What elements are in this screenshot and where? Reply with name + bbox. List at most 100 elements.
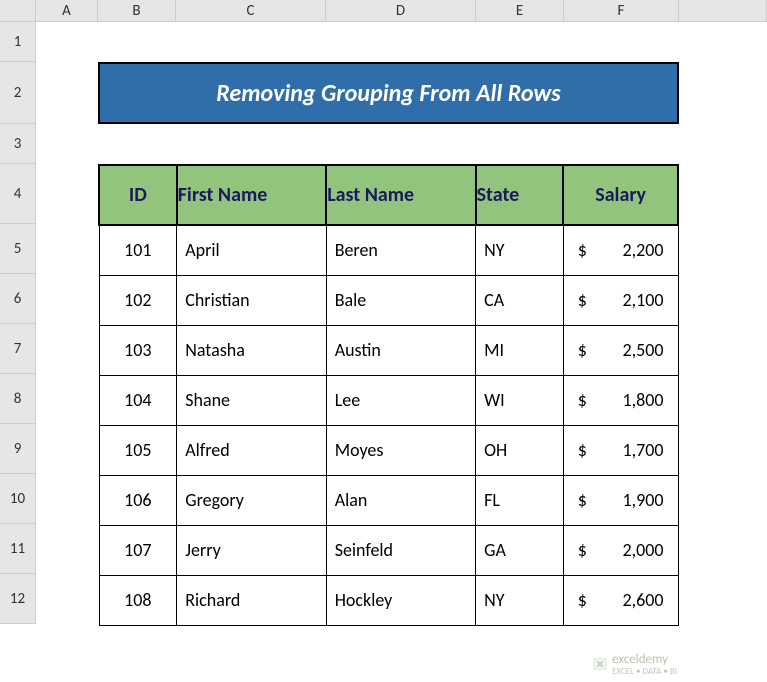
row-header-11[interactable]: 11 <box>0 524 36 574</box>
cell-last-name[interactable]: Seinfeld <box>326 525 475 575</box>
table-row[interactable]: 104ShaneLeeWI$1,800 <box>99 375 678 425</box>
table-row[interactable]: 108RichardHockleyNY$2,600 <box>99 575 678 625</box>
header-salary[interactable]: Salary <box>563 165 678 225</box>
col-header-f[interactable]: F <box>564 0 679 22</box>
currency-symbol: $ <box>578 489 587 511</box>
cell-id[interactable]: 108 <box>99 575 177 625</box>
watermark-sub: EXCEL • DATA • BI <box>612 667 677 676</box>
table-row[interactable]: 106GregoryAlanFL$1,900 <box>99 475 678 525</box>
currency-symbol: $ <box>578 339 587 361</box>
salary-amount: 2,200 <box>623 239 664 261</box>
row-header-10[interactable]: 10 <box>0 474 36 524</box>
cell-salary[interactable]: $1,900 <box>563 475 678 525</box>
salary-amount: 2,100 <box>623 289 664 311</box>
cell-salary[interactable]: $2,200 <box>563 225 678 275</box>
cell-first-name[interactable]: Gregory <box>177 475 326 525</box>
cell-salary[interactable]: $2,500 <box>563 325 678 375</box>
cell-last-name[interactable]: Austin <box>326 325 475 375</box>
row-header-1[interactable]: 1 <box>0 22 36 62</box>
col-header-extra[interactable] <box>679 0 767 22</box>
cell-state[interactable]: GA <box>476 525 564 575</box>
cell-state[interactable]: NY <box>476 575 564 625</box>
currency-symbol: $ <box>578 539 587 561</box>
page-title: Removing Grouping From All Rows <box>98 62 679 124</box>
column-headers-row: A B C D E F <box>0 0 767 22</box>
col-header-d[interactable]: D <box>326 0 476 22</box>
cell-salary[interactable]: $2,000 <box>563 525 678 575</box>
cell-last-name[interactable]: Moyes <box>326 425 475 475</box>
row-header-6[interactable]: 6 <box>0 274 36 324</box>
cell-id[interactable]: 105 <box>99 425 177 475</box>
cell-id[interactable]: 101 <box>99 225 177 275</box>
salary-amount: 1,700 <box>623 439 664 461</box>
cell-last-name[interactable]: Beren <box>326 225 475 275</box>
cell-last-name[interactable]: Lee <box>326 375 475 425</box>
content-area: Removing Grouping From All Rows ID First… <box>98 22 679 626</box>
cell-id[interactable]: 106 <box>99 475 177 525</box>
row-header-3[interactable]: 3 <box>0 124 36 164</box>
cell-first-name[interactable]: Jerry <box>177 525 326 575</box>
col-header-b[interactable]: B <box>98 0 176 22</box>
row-header-4[interactable]: 4 <box>0 164 36 224</box>
row-header-8[interactable]: 8 <box>0 374 36 424</box>
col-header-e[interactable]: E <box>476 0 564 22</box>
cell-salary[interactable]: $2,600 <box>563 575 678 625</box>
cell-last-name[interactable]: Bale <box>326 275 475 325</box>
currency-symbol: $ <box>578 439 587 461</box>
watermark: exceldemy EXCEL • DATA • BI <box>592 652 677 676</box>
currency-symbol: $ <box>578 389 587 411</box>
cell-first-name[interactable]: Christian <box>177 275 326 325</box>
cell-state[interactable]: OH <box>476 425 564 475</box>
cell-state[interactable]: CA <box>476 275 564 325</box>
row-header-5[interactable]: 5 <box>0 224 36 274</box>
currency-symbol: $ <box>578 239 587 261</box>
cell-id[interactable]: 107 <box>99 525 177 575</box>
watermark-text: exceldemy <box>612 652 668 667</box>
header-state[interactable]: State <box>476 165 564 225</box>
table-row[interactable]: 101AprilBerenNY$2,200 <box>99 225 678 275</box>
cell-id[interactable]: 104 <box>99 375 177 425</box>
excel-icon <box>592 656 608 672</box>
cell-state[interactable]: MI <box>476 325 564 375</box>
spreadsheet: A B C D E F 1 2 3 4 5 6 7 8 9 10 11 12 R… <box>0 0 767 624</box>
select-all-corner[interactable] <box>0 0 36 22</box>
salary-amount: 1,900 <box>623 489 664 511</box>
cell-first-name[interactable]: Shane <box>177 375 326 425</box>
cell-first-name[interactable]: Alfred <box>177 425 326 475</box>
cell-id[interactable]: 102 <box>99 275 177 325</box>
cell-first-name[interactable]: Richard <box>177 575 326 625</box>
currency-symbol: $ <box>578 589 587 611</box>
cell-id[interactable]: 103 <box>99 325 177 375</box>
cell-state[interactable]: NY <box>476 225 564 275</box>
row-header-9[interactable]: 9 <box>0 424 36 474</box>
cell-first-name[interactable]: Natasha <box>177 325 326 375</box>
salary-amount: 2,500 <box>623 339 664 361</box>
header-id[interactable]: ID <box>99 165 177 225</box>
cell-first-name[interactable]: April <box>177 225 326 275</box>
cell-state[interactable]: WI <box>476 375 564 425</box>
cell-salary[interactable]: $1,800 <box>563 375 678 425</box>
cell-last-name[interactable]: Hockley <box>326 575 475 625</box>
row-header-12[interactable]: 12 <box>0 574 36 624</box>
cell-last-name[interactable]: Alan <box>326 475 475 525</box>
cell-state[interactable]: FL <box>476 475 564 525</box>
table-row[interactable]: 102ChristianBaleCA$2,100 <box>99 275 678 325</box>
table-row[interactable]: 107JerrySeinfeldGA$2,000 <box>99 525 678 575</box>
currency-symbol: $ <box>578 289 587 311</box>
table-row[interactable]: 105AlfredMoyesOH$1,700 <box>99 425 678 475</box>
table-row[interactable]: 103NatashaAustinMI$2,500 <box>99 325 678 375</box>
row-header-7[interactable]: 7 <box>0 324 36 374</box>
header-last-name[interactable]: Last Name <box>326 165 475 225</box>
salary-amount: 2,600 <box>623 589 664 611</box>
header-first-name[interactable]: First Name <box>177 165 326 225</box>
grid-area[interactable]: Removing Grouping From All Rows ID First… <box>36 22 767 624</box>
col-header-c[interactable]: C <box>176 0 326 22</box>
row-headers-col: 1 2 3 4 5 6 7 8 9 10 11 12 <box>0 22 36 624</box>
salary-amount: 2,000 <box>623 539 664 561</box>
salary-amount: 1,800 <box>623 389 664 411</box>
data-table: ID First Name Last Name State Salary 101… <box>98 164 679 626</box>
col-header-a[interactable]: A <box>36 0 98 22</box>
cell-salary[interactable]: $2,100 <box>563 275 678 325</box>
cell-salary[interactable]: $1,700 <box>563 425 678 475</box>
row-header-2[interactable]: 2 <box>0 62 36 124</box>
